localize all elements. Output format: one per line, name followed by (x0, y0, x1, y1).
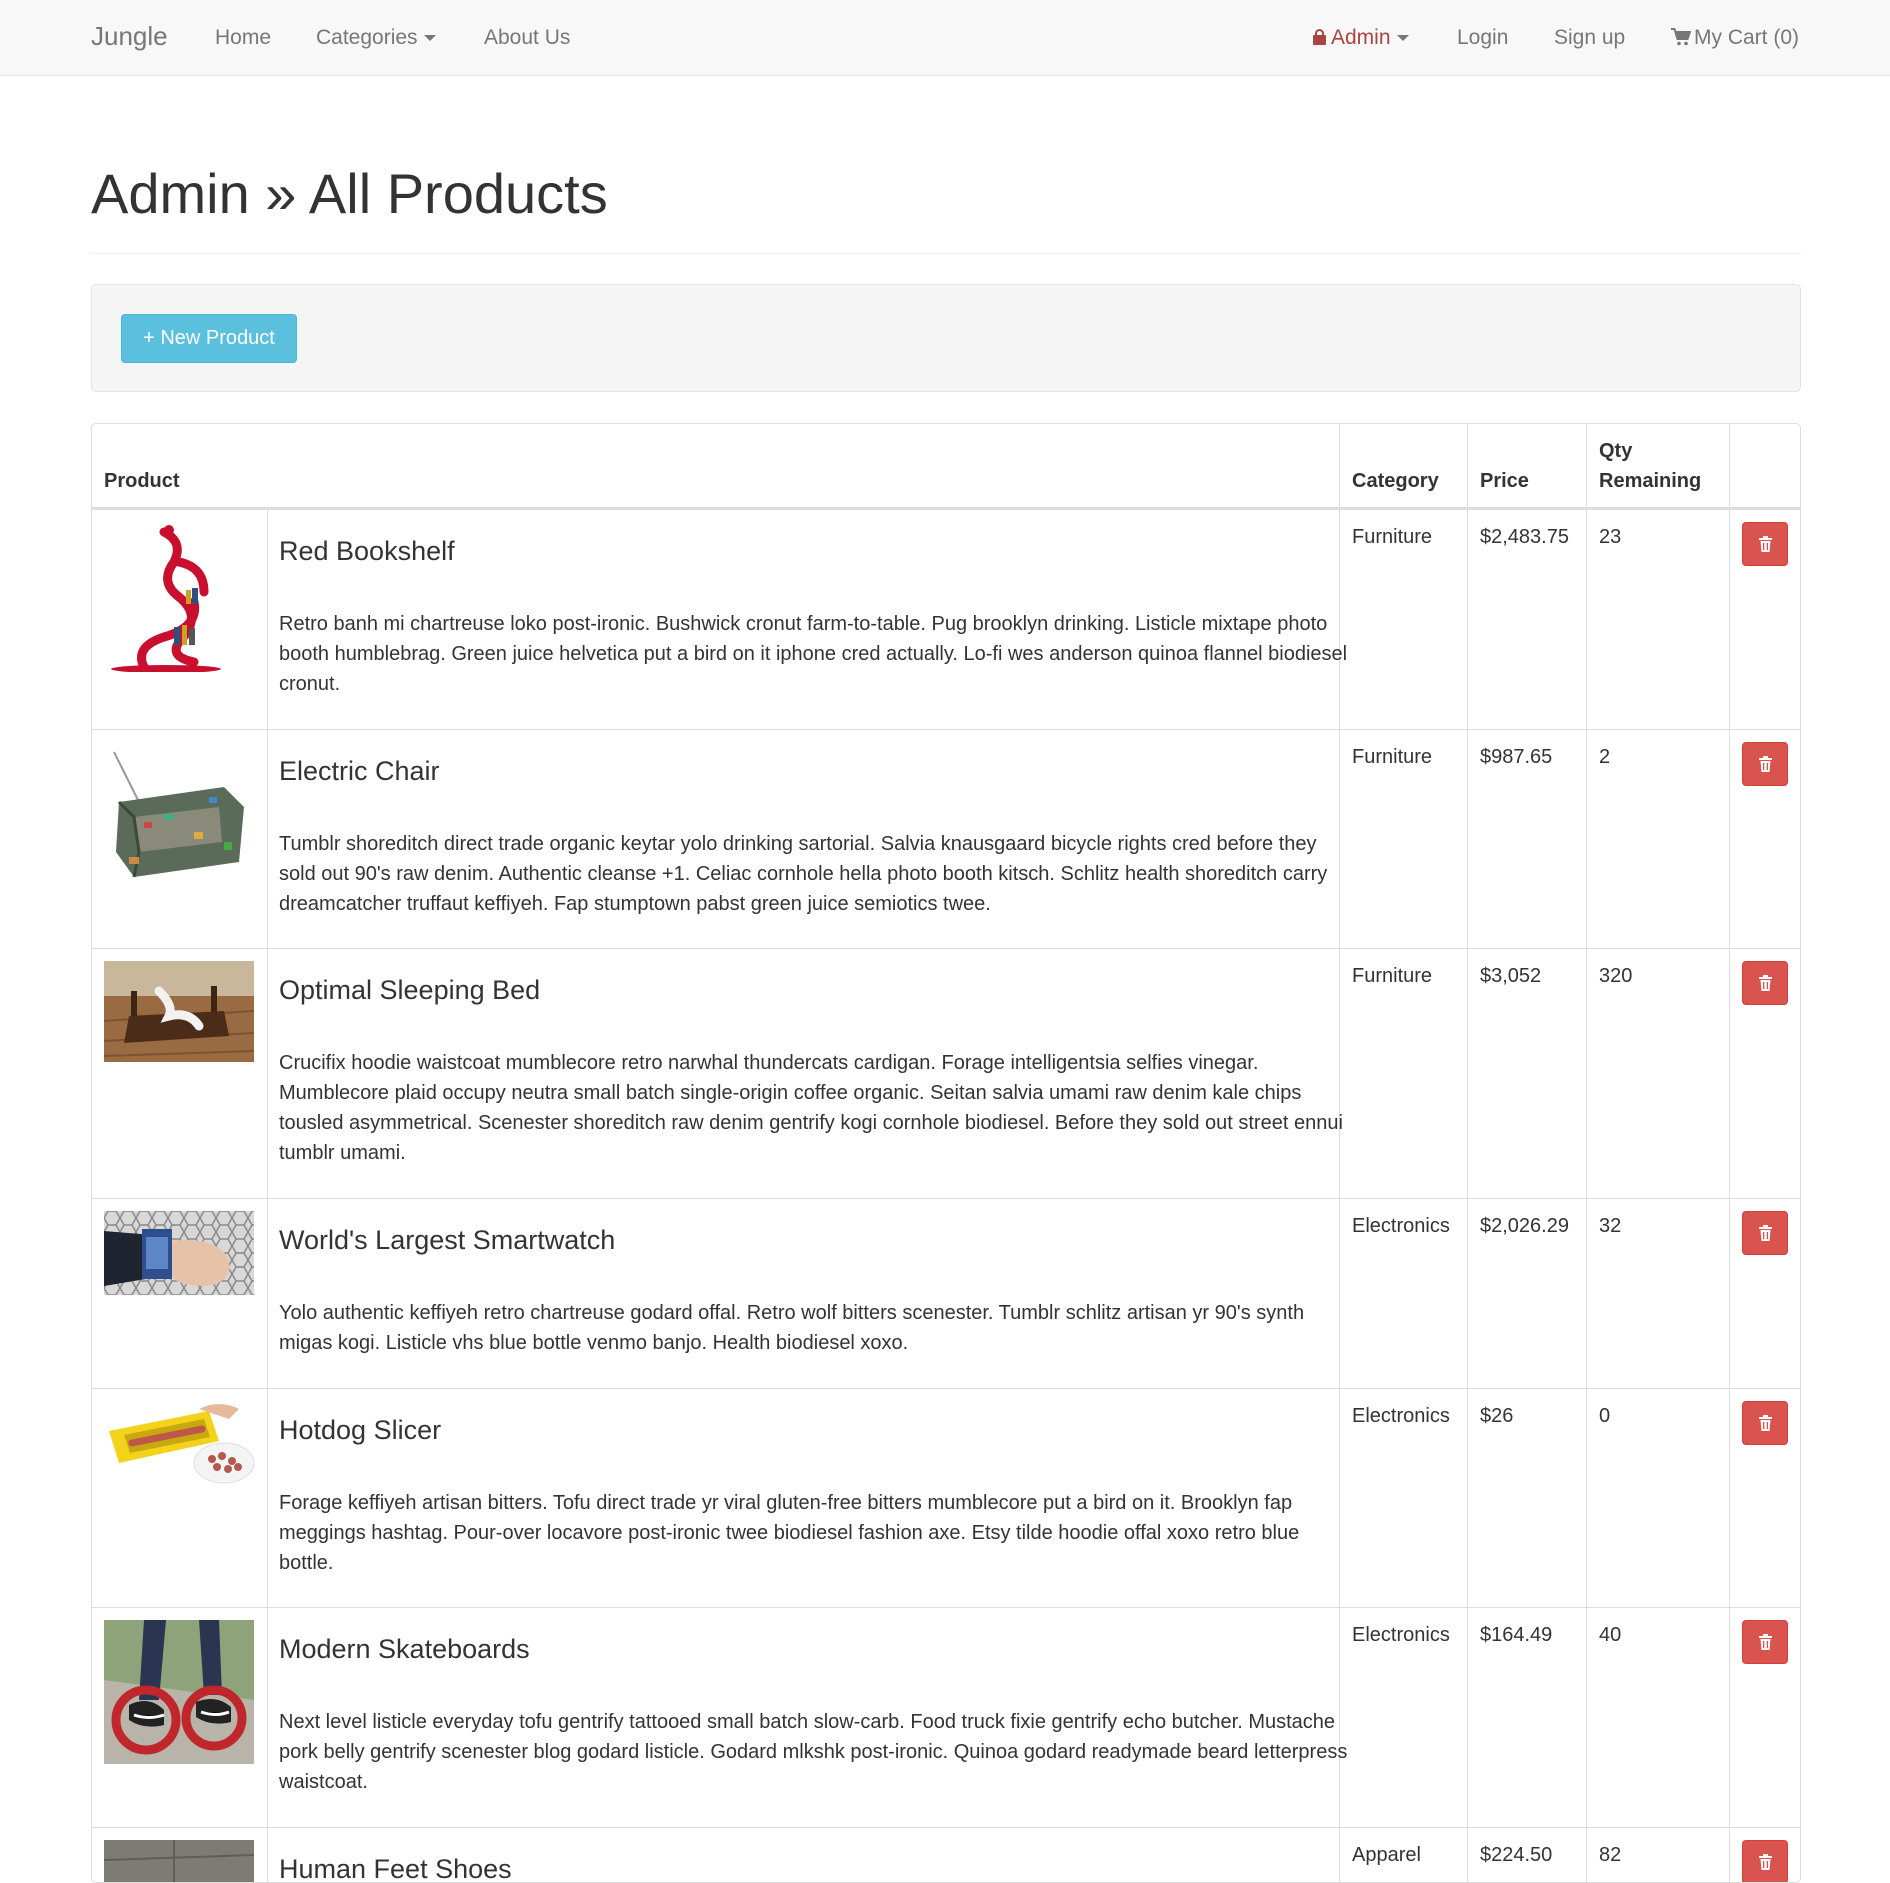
caret-down-icon (1396, 35, 1409, 42)
table-row: World's Largest Smartwatch Yolo authenti… (92, 1198, 1800, 1389)
delete-product-button[interactable] (1742, 1211, 1788, 1255)
column-divider (267, 1608, 268, 1828)
delete-product-button[interactable] (1742, 742, 1788, 786)
product-description: Tumblr shoreditch direct trade organic k… (279, 833, 1328, 915)
actions-well: + New Product (91, 284, 1801, 392)
product-category: Furniture (1352, 526, 1433, 548)
trash-icon (1759, 1415, 1772, 1431)
smartwatch-image (104, 1211, 254, 1295)
table-row: Hotdog Slicer Forage keffiyeh artisan bi… (92, 1388, 1800, 1608)
product-description: Forage keffiyeh artisan bitters. Tofu di… (279, 1492, 1300, 1574)
product-qty: 82 (1599, 1844, 1622, 1866)
table-row: Red Bookshelf Retro banh mi chartreuse l… (92, 509, 1800, 730)
table-row: Electric Chair Tumblr shoreditch direct … (92, 729, 1800, 949)
products-table: Product Category Price Qty Remaining Red… (91, 423, 1801, 1883)
product-price: $3,052 (1480, 965, 1542, 987)
product-name[interactable]: Electric Chair (279, 754, 440, 788)
nav-admin-dropdown[interactable]: Admin (1313, 25, 1409, 51)
page-title: Admin » All Products (91, 162, 608, 225)
trash-icon (1759, 1225, 1772, 1241)
brand-link[interactable]: Jungle (91, 23, 168, 49)
trash-icon (1759, 536, 1772, 552)
feet-shoes-image (104, 1840, 254, 1882)
delete-product-button[interactable] (1742, 961, 1788, 1005)
product-price: $987.65 (1480, 746, 1553, 768)
product-qty: 40 (1599, 1624, 1622, 1646)
electric-chair-image (104, 742, 254, 892)
nav-cart-label: My Cart (0) (1694, 26, 1799, 49)
nav-categories-dropdown[interactable]: Categories (316, 25, 436, 51)
nav-categories-label: Categories (316, 26, 418, 49)
product-qty: 32 (1599, 1215, 1622, 1237)
product-qty: 0 (1599, 1405, 1611, 1427)
caret-down-icon (423, 35, 436, 42)
table-row: Optimal Sleeping Bed Crucifix hoodie wai… (92, 948, 1800, 1199)
product-category: Electronics (1352, 1405, 1450, 1427)
header-product: Product (104, 470, 180, 492)
product-name[interactable]: Hotdog Slicer (279, 1413, 441, 1447)
product-description: Crucifix hoodie waistcoat mumblecore ret… (279, 1052, 1343, 1164)
delete-product-button[interactable] (1742, 522, 1788, 566)
navbar: Jungle Home Categories About Us Admin Lo… (0, 0, 1890, 76)
product-qty: 320 (1599, 965, 1633, 987)
skateboards-image (104, 1620, 254, 1764)
column-divider (267, 949, 268, 1199)
product-qty: 2 (1599, 746, 1611, 768)
trash-icon (1759, 756, 1772, 772)
product-category: Furniture (1352, 746, 1433, 768)
delete-product-button[interactable] (1742, 1840, 1788, 1882)
product-description: Yolo authentic keffiyeh retro chartreuse… (279, 1302, 1305, 1354)
header-qty-line1: Qty (1599, 440, 1633, 462)
product-category: Electronics (1352, 1215, 1450, 1237)
product-name[interactable]: Modern Skateboards (279, 1632, 530, 1666)
nav-home[interactable]: Home (215, 25, 271, 51)
title-divider (91, 253, 1801, 254)
product-name[interactable]: World's Largest Smartwatch (279, 1223, 615, 1257)
product-price: $224.50 (1480, 1844, 1553, 1866)
nav-signup[interactable]: Sign up (1554, 25, 1625, 51)
table-row: Human Feet Shoes Apparel $224.50 82 (92, 1827, 1800, 1882)
product-name[interactable]: Human Feet Shoes (279, 1852, 512, 1882)
column-divider (267, 1828, 268, 1882)
product-name[interactable]: Red Bookshelf (279, 534, 455, 568)
product-price: $26 (1480, 1405, 1514, 1427)
column-divider (267, 1199, 268, 1389)
delete-product-button[interactable] (1742, 1620, 1788, 1664)
delete-product-button[interactable] (1742, 1401, 1788, 1445)
shopping-cart-icon (1671, 28, 1691, 46)
header-category: Category (1352, 470, 1439, 492)
lock-icon (1313, 29, 1326, 45)
column-divider (267, 730, 268, 949)
product-name[interactable]: Optimal Sleeping Bed (279, 973, 540, 1007)
red-bookshelf-image (104, 522, 254, 672)
product-price: $2,026.29 (1480, 1215, 1569, 1237)
nav-admin-label: Admin (1331, 26, 1391, 49)
product-description: Retro banh mi chartreuse loko post-ironi… (279, 613, 1348, 695)
product-price: $164.49 (1480, 1624, 1553, 1646)
trash-icon (1759, 1854, 1772, 1870)
nav-login[interactable]: Login (1457, 25, 1508, 51)
nav-about[interactable]: About Us (484, 25, 570, 51)
new-product-button[interactable]: + New Product (121, 314, 297, 363)
product-category: Electronics (1352, 1624, 1450, 1646)
column-divider (267, 1389, 268, 1608)
trash-icon (1759, 975, 1772, 991)
product-description: Next level listicle everyday tofu gentri… (279, 1711, 1348, 1793)
product-price: $2,483.75 (1480, 526, 1569, 548)
trash-icon (1759, 1634, 1772, 1650)
table-header: Product Category Price Qty Remaining (92, 424, 1800, 509)
product-category: Furniture (1352, 965, 1433, 987)
hotdog-slicer-image (104, 1401, 254, 1485)
column-divider (267, 510, 268, 730)
product-category: Apparel (1352, 1844, 1421, 1866)
product-qty: 23 (1599, 526, 1622, 548)
nav-cart[interactable]: My Cart (0) (1671, 25, 1799, 51)
sleeping-bed-image (104, 961, 254, 1062)
header-qty-line2: Remaining (1599, 470, 1702, 492)
header-price: Price (1480, 470, 1529, 492)
table-row: Modern Skateboards Next level listicle e… (92, 1607, 1800, 1828)
